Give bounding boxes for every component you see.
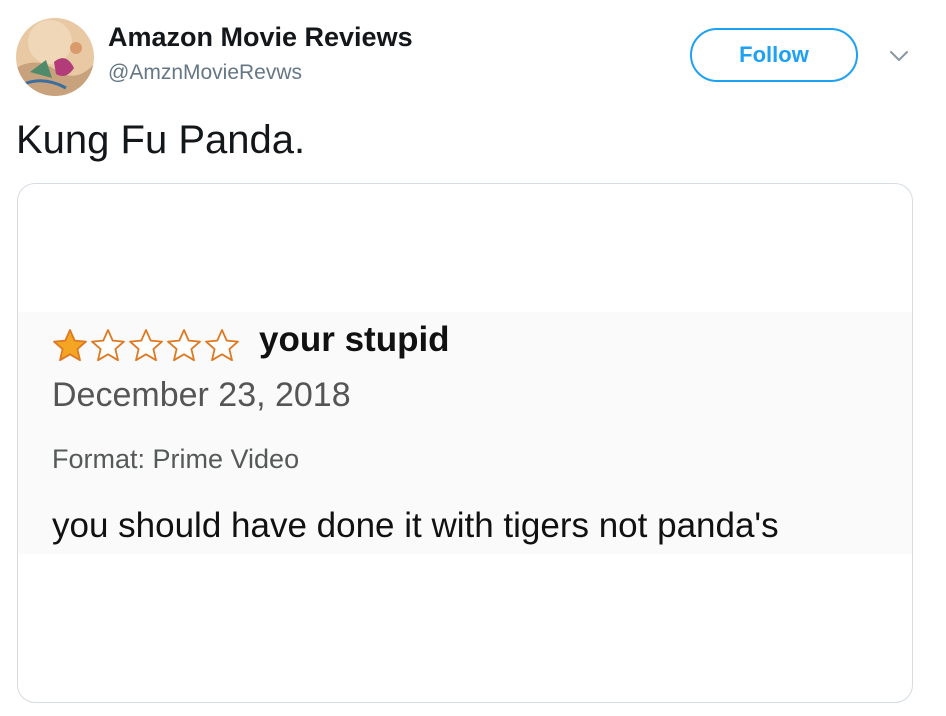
tweet-text: Kung Fu Panda. [16, 118, 306, 162]
review-screenshot: your stupid December 23, 2018 Format: Pr… [18, 312, 912, 554]
media-card[interactable]: your stupid December 23, 2018 Format: Pr… [17, 183, 913, 703]
review-title: your stupid [259, 320, 450, 359]
author-handle[interactable]: @AmznMovieRevws [108, 61, 302, 85]
follow-button[interactable]: Follow [690, 28, 858, 82]
star-empty-icon [91, 329, 125, 362]
review-format: Format: Prime Video [52, 444, 300, 474]
tweet-card: Amazon Movie Reviews @AmznMovieRevws Fol… [0, 0, 946, 716]
review-body: you should have done it with tigers not … [52, 506, 779, 545]
author-name[interactable]: Amazon Movie Reviews [108, 22, 413, 53]
avatar[interactable] [16, 18, 94, 96]
star-empty-icon [129, 329, 163, 362]
star-empty-icon [167, 329, 201, 362]
star-empty-icon [205, 329, 239, 362]
chevron-down-icon[interactable] [884, 44, 914, 68]
review-date: December 23, 2018 [52, 376, 351, 414]
avatar-image [16, 18, 94, 96]
star-filled-icon [53, 329, 87, 362]
star-rating [52, 328, 240, 362]
